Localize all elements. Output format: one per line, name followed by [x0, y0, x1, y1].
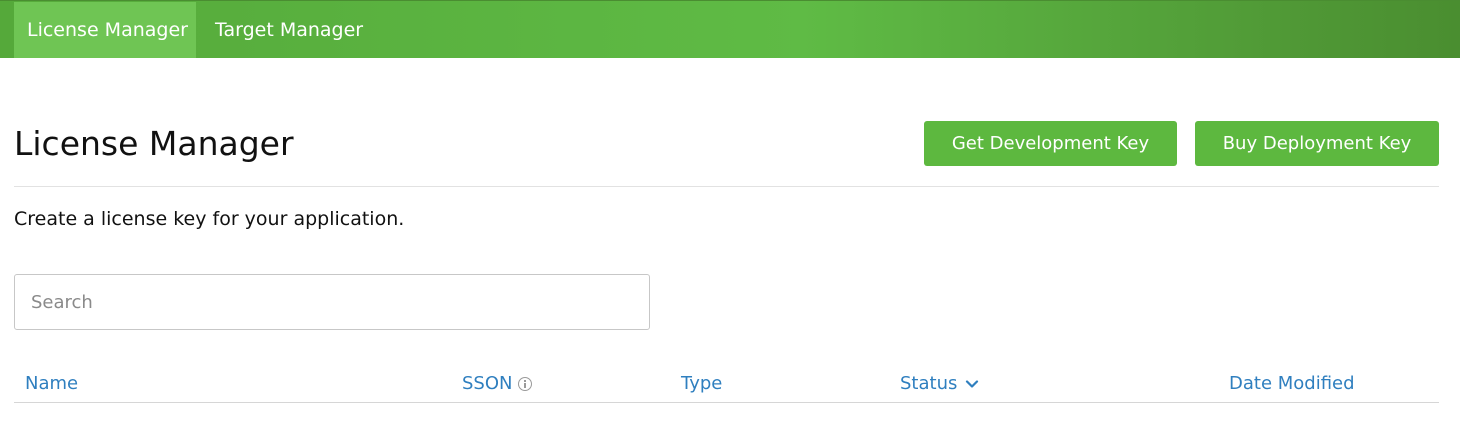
header-divider	[14, 186, 1439, 187]
chevron-down-icon	[966, 380, 979, 388]
column-header-label: Name	[25, 373, 79, 394]
column-header-label: Date Modified	[1229, 373, 1355, 394]
page-description: Create a license key for your applicatio…	[14, 208, 405, 230]
tab-license-manager[interactable]: License Manager	[14, 2, 196, 58]
column-header-name[interactable]: Name	[25, 370, 78, 398]
tab-target-manager[interactable]: Target Manager	[202, 2, 376, 58]
column-header-type[interactable]: Type	[681, 370, 722, 398]
table-header-divider	[14, 402, 1439, 403]
column-header-sson[interactable]: SSON	[462, 370, 533, 398]
buy-deployment-key-button[interactable]: Buy Deployment Key	[1195, 121, 1439, 166]
page-title: License Manager	[14, 124, 294, 163]
column-header-label: Status	[900, 373, 958, 394]
search-input[interactable]	[14, 274, 650, 330]
get-development-key-button[interactable]: Get Development Key	[924, 121, 1177, 166]
column-header-label: SSON	[462, 373, 513, 394]
info-icon[interactable]	[518, 377, 533, 391]
column-header-date-modified[interactable]: Date Modified	[1229, 370, 1355, 398]
column-header-label: Type	[681, 373, 723, 394]
column-header-status[interactable]: Status	[900, 370, 979, 398]
top-nav-bar: License Manager Target Manager	[0, 0, 1460, 58]
